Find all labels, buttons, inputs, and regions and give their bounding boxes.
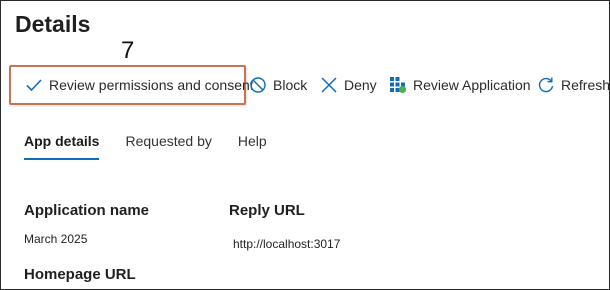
reply-url-label: Reply URL bbox=[229, 202, 305, 219]
review-application-label: Review Application bbox=[413, 77, 531, 93]
deny-label: Deny bbox=[344, 77, 377, 93]
tab-app-details[interactable]: App details bbox=[24, 133, 100, 160]
refresh-button[interactable]: Refresh bbox=[537, 65, 610, 105]
tab-strip: App details Requested by Help bbox=[24, 133, 293, 160]
close-icon bbox=[320, 76, 344, 94]
block-icon bbox=[249, 76, 273, 94]
block-label: Block bbox=[273, 77, 308, 93]
application-name-label: Application name bbox=[24, 202, 150, 219]
review-permissions-label: Review permissions and consent bbox=[49, 77, 254, 93]
reply-url-value: http://localhost:3017 bbox=[233, 237, 341, 251]
command-bar: Review permissions and consent Block Den… bbox=[1, 65, 610, 107]
tab-requested-by[interactable]: Requested by bbox=[125, 133, 211, 160]
details-panel: Details 7 Review permissions and consent… bbox=[0, 0, 610, 290]
refresh-icon bbox=[537, 76, 561, 94]
app-grid-icon bbox=[389, 76, 413, 94]
checkmark-icon bbox=[25, 77, 49, 93]
block-button[interactable]: Block bbox=[249, 65, 307, 105]
deny-button[interactable]: Deny bbox=[320, 65, 377, 105]
page-title: Details bbox=[15, 11, 91, 37]
application-name-value: March 2025 bbox=[24, 232, 88, 246]
review-application-button[interactable]: Review Application bbox=[389, 65, 531, 105]
step-number-annotation: 7 bbox=[121, 37, 135, 64]
homepage-url-label: Homepage URL bbox=[24, 266, 136, 283]
refresh-label: Refresh bbox=[561, 77, 610, 93]
review-permissions-button[interactable]: Review permissions and consent bbox=[9, 65, 254, 105]
tab-help[interactable]: Help bbox=[238, 133, 267, 160]
